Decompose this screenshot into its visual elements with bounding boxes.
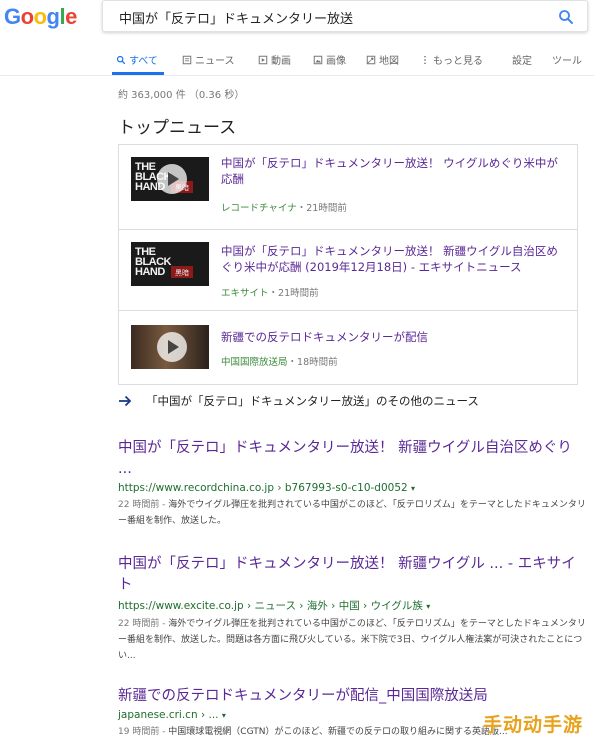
tab-images[interactable]: 画像 (313, 52, 346, 67)
news-source: 中国国際放送局・18時間前 (221, 354, 338, 368)
url-text: https://www.excite.co.jp › ニュース › 海外 › 中… (118, 600, 423, 612)
result-snippet: 22 時間前 - 海外でウイグル弾圧を批判されている中国がこのほど、「反テロリズ… (118, 616, 588, 664)
news-time: 21時間前 (278, 288, 319, 299)
result-age: 19 時間前 - (118, 727, 169, 737)
more-vert-icon (424, 55, 426, 64)
arrow-right-icon (119, 395, 132, 407)
news-headline[interactable]: 新疆での反テロドキュメンタリーが配信 (221, 329, 566, 345)
search-result: 中国が「反テロ」ドキュメンタリー放送！ 新疆ウイグル ... - エキサイト h… (118, 554, 588, 664)
tab-label: すべて (129, 56, 158, 67)
separator: ・ (268, 288, 279, 299)
result-url[interactable]: https://www.recordchina.co.jp › b767993-… (118, 482, 588, 494)
search-input[interactable]: 中国が「反テロ」ドキュメンタリー放送 (119, 8, 353, 27)
news-item[interactable]: THE BLACK HAND 黑暗 中国が「反テロ」ドキュメンタリー放送！ 新疆… (119, 230, 577, 310)
tab-label: 動画 (271, 56, 291, 67)
dropdown-arrow-icon[interactable]: ▾ (222, 711, 226, 720)
play-icon[interactable] (157, 332, 187, 362)
result-title[interactable]: 中国が「反テロ」ドキュメンタリー放送！ 新疆ウイグル自治区めぐり ... (118, 438, 588, 480)
news-thumbnail[interactable] (131, 325, 209, 369)
url-text: https://www.recordchina.co.jp › b767993-… (118, 482, 408, 494)
snippet-text: 中国環球電視網（CGTN）がこのほど、新疆での反テロの取り組みに関する英語版..… (168, 727, 508, 737)
video-icon (258, 55, 268, 64)
top-news-heading: トップニュース (118, 118, 237, 138)
source-name: 中国国際放送局 (221, 357, 288, 368)
search-icon (116, 55, 126, 64)
dropdown-arrow-icon[interactable]: ▾ (426, 602, 430, 611)
news-headline[interactable]: 中国が「反テロ」ドキュメンタリー放送！ 新疆ウイグル自治区めぐり米中が応酬 (2… (221, 243, 566, 275)
snippet-text: 海外でウイグル弾圧を批判されている中国がこのほど、「反テロリズム」をテーマとした… (118, 619, 586, 661)
tab-label: 地図 (379, 56, 399, 67)
logo-letter: e (65, 4, 77, 29)
news-source: レコードチャイナ・21時間前 (221, 200, 347, 214)
result-stats: 約 363,000 件 （0.36 秒） (118, 90, 245, 101)
separator: ・ (287, 357, 298, 368)
tab-label: 設定 (512, 56, 532, 67)
result-title[interactable]: 中国が「反テロ」ドキュメンタリー放送！ 新疆ウイグル ... - エキサイト (118, 554, 588, 596)
separator: ・ (296, 203, 307, 214)
logo-letter: G (4, 4, 21, 29)
tab-settings[interactable]: 設定 (512, 52, 532, 67)
news-time: 21時間前 (306, 203, 347, 214)
tab-label: ツール (552, 56, 582, 67)
search-result: 中国が「反テロ」ドキュメンタリー放送！ 新疆ウイグル自治区めぐり ... htt… (118, 438, 588, 529)
thumbnail-title: THE BLACK HAND (135, 246, 172, 278)
logo-letter: g (46, 4, 60, 29)
news-source: エキサイト・21時間前 (221, 285, 319, 299)
search-box[interactable]: 中国が「反テロ」ドキュメンタリー放送 (102, 0, 588, 32)
tab-maps[interactable]: 地図 (366, 52, 399, 67)
result-snippet: 22 時間前 - 海外でウイグル弾圧を批判されている中国がこのほど、「反テロリズ… (118, 497, 588, 529)
map-icon (366, 55, 376, 64)
tab-videos[interactable]: 動画 (258, 52, 291, 67)
tab-more[interactable]: もっと見る (420, 52, 483, 67)
result-url[interactable]: https://www.excite.co.jp › ニュース › 海外 › 中… (118, 598, 588, 613)
google-logo[interactable]: Google (4, 4, 77, 30)
news-icon (182, 55, 192, 64)
tabs-divider (0, 75, 594, 76)
news-headline[interactable]: 中国が「反テロ」ドキュメンタリー放送！ ウイグルめぐり米中が応酬 (221, 155, 566, 187)
source-name: エキサイト (221, 288, 269, 299)
top-news-card: THE BLACK HAND 黑暗 中国が「反テロ」ドキュメンタリー放送！ ウイ… (118, 144, 578, 385)
dropdown-arrow-icon[interactable]: ▾ (411, 484, 415, 493)
more-news-label: 「中国が「反テロ」ドキュメンタリー放送」のその他のニュース (146, 394, 479, 408)
thumbnail-label: 黑暗 (175, 269, 189, 277)
tab-label: 画像 (326, 56, 346, 67)
result-age: 22 時間前 - (118, 500, 169, 510)
search-tabs: すべて ニュース 動画 画像 地図 もっと見る 設定 ツール (112, 52, 590, 76)
snippet-text: 海外でウイグル弾圧を批判されている中国がこのほど、「反テロリズム」をテーマとした… (118, 500, 586, 526)
news-item[interactable]: THE BLACK HAND 黑暗 中国が「反テロ」ドキュメンタリー放送！ ウイ… (119, 145, 577, 229)
tab-news[interactable]: ニュース (182, 52, 235, 67)
news-thumbnail[interactable]: THE BLACK HAND 黑暗 (131, 242, 209, 286)
news-thumbnail[interactable]: THE BLACK HAND 黑暗 (131, 157, 209, 201)
more-news-link[interactable]: 「中国が「反テロ」ドキュメンタリー放送」のその他のニュース (118, 393, 479, 409)
url-text: japanese.cri.cn › ... (118, 709, 219, 721)
news-time: 18時間前 (297, 357, 338, 368)
tab-tools[interactable]: ツール (552, 52, 582, 67)
image-icon (313, 55, 323, 64)
watermark: 手动动手游 (483, 714, 584, 736)
result-title[interactable]: 新疆での反テロドキュメンタリーが配信_中国国際放送局 (118, 686, 588, 707)
tab-all[interactable]: すべて (116, 52, 158, 67)
tab-label: ニュース (195, 56, 235, 67)
news-item[interactable]: 新疆での反テロドキュメンタリーが配信 中国国際放送局・18時間前 (119, 311, 577, 385)
result-age: 22 時間前 - (118, 619, 169, 629)
logo-letter: o (20, 4, 34, 29)
tab-label: もっと見る (433, 56, 483, 67)
search-icon[interactable] (557, 8, 575, 26)
logo-letter: o (33, 4, 47, 29)
source-name: レコードチャイナ (221, 203, 297, 214)
play-icon[interactable] (157, 164, 187, 194)
